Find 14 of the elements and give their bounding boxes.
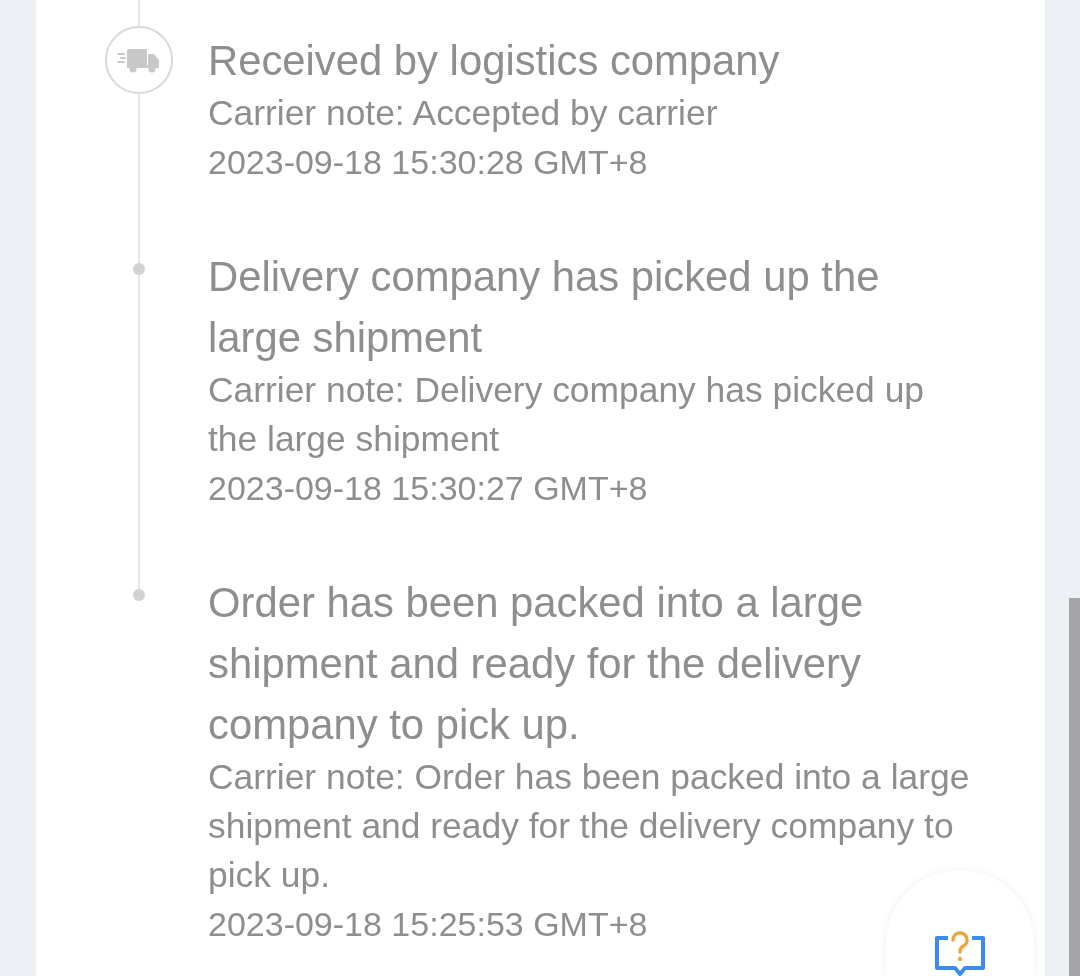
truck-icon <box>105 26 173 94</box>
carrier-note: Carrier note: Order has been packed into a large shipment and ready for the delivery company to pick up. <box>208 756 971 897</box>
timeline-dot <box>133 263 145 275</box>
event-timestamp: 2023-09-18 15:30:27 GMT+8 <box>208 468 649 509</box>
carrier-note: Carrier note: Delivery company has picked up the large shipment <box>208 369 925 461</box>
timeline-dot <box>133 589 145 601</box>
event-title: Order has been packed into a large shipment and ready for the delivery company to pick up. <box>208 578 865 750</box>
scrollbar-thumb[interactable] <box>1069 598 1080 976</box>
event-title: Received by logistics company <box>208 36 781 86</box>
help-book-icon <box>933 930 987 976</box>
carrier-note: Carrier note: Accepted by carrier <box>208 92 719 135</box>
event-timestamp: 2023-09-18 15:25:53 GMT+8 <box>208 904 649 945</box>
event-timestamp: 2023-09-18 15:30:28 GMT+8 <box>208 142 649 183</box>
event-title: Delivery company has picked up the large shipment <box>208 252 881 363</box>
